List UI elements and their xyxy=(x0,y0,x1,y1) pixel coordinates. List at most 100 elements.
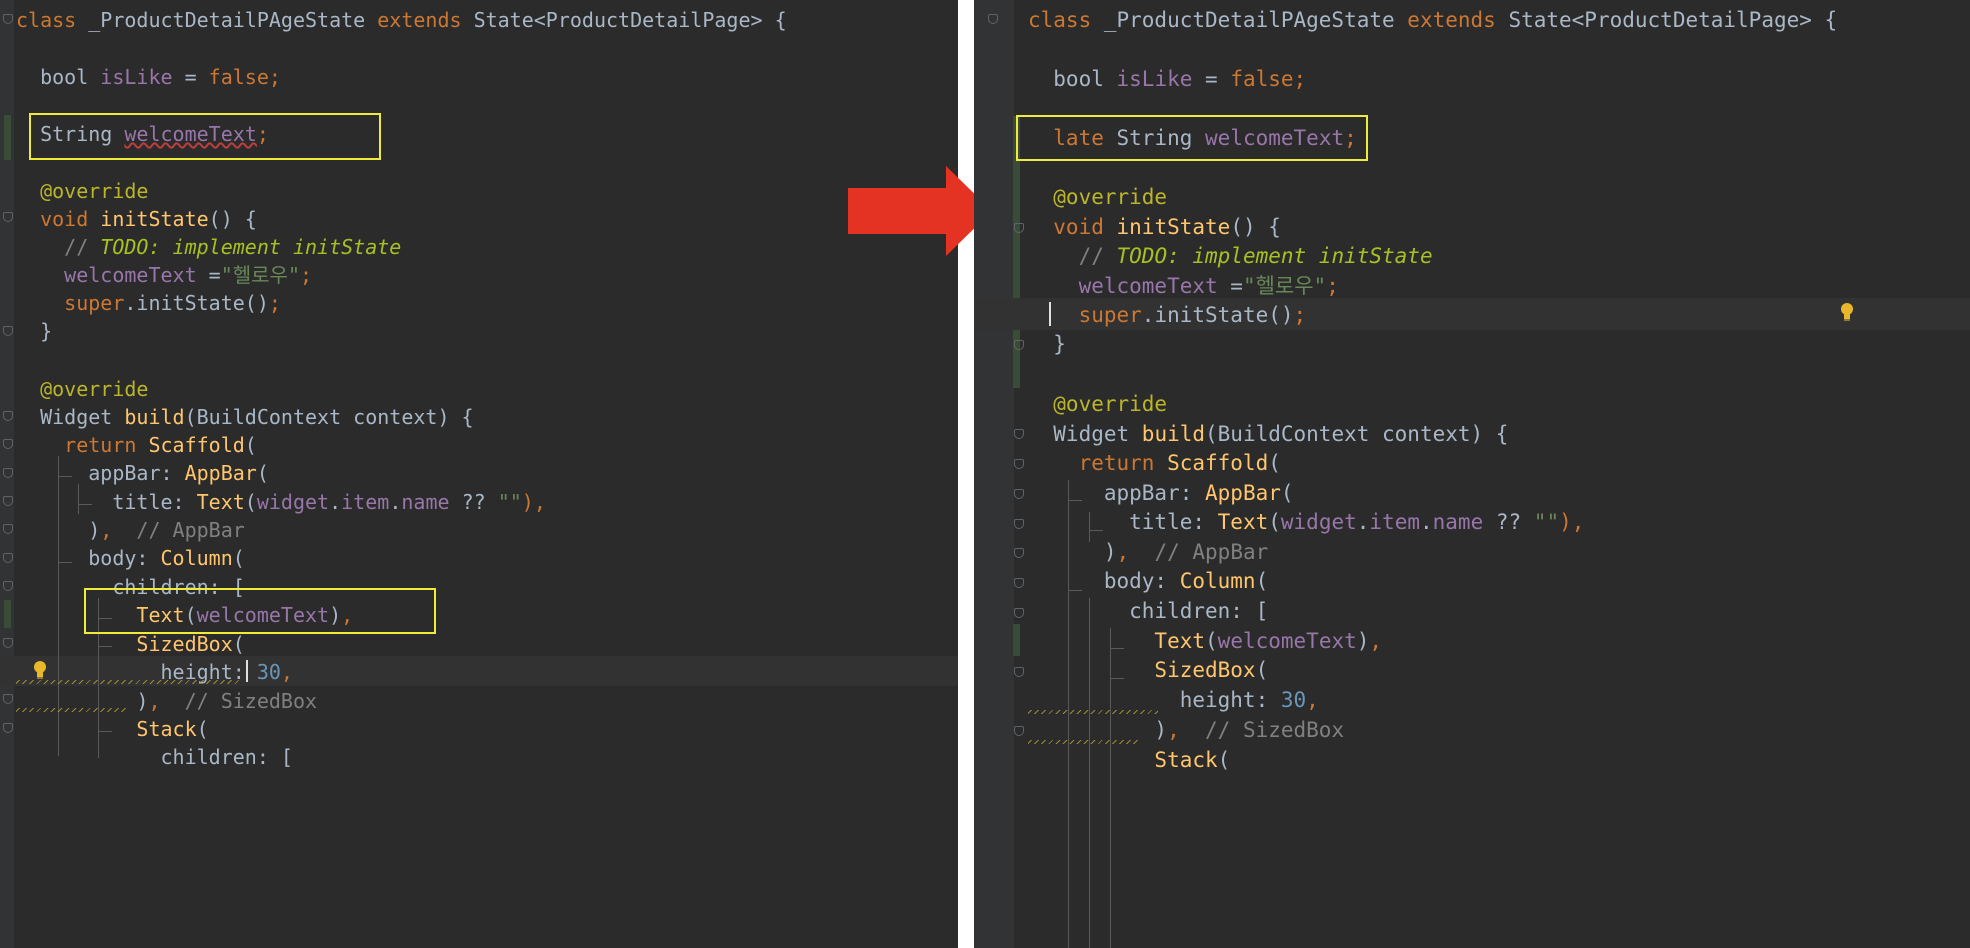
code-token: ; xyxy=(300,263,313,287)
code-line[interactable]: } xyxy=(0,321,958,357)
code-token: title: xyxy=(16,490,197,514)
indent-guide xyxy=(98,646,112,647)
code-token: ( xyxy=(1205,629,1218,653)
code-token: ( xyxy=(244,433,257,457)
code-token: ( xyxy=(1280,481,1294,505)
code-token: ( xyxy=(232,546,245,570)
fold-icon[interactable] xyxy=(3,439,13,449)
code-token: super xyxy=(1028,303,1142,327)
code-token: , xyxy=(100,518,113,542)
code-token: Stack xyxy=(16,717,197,741)
warning-squiggle xyxy=(16,680,241,684)
code-token: initState xyxy=(100,207,209,231)
code-token: initState xyxy=(1116,215,1231,239)
fold-icon[interactable] xyxy=(1014,489,1024,499)
code-token: ), xyxy=(1559,510,1585,534)
fold-icon[interactable] xyxy=(1014,340,1024,350)
code-line[interactable]: bool isLike = false; xyxy=(974,69,1970,106)
code-line[interactable]: class _ProductDetailPAgeState extends St… xyxy=(974,10,1970,47)
indent-guide xyxy=(58,562,72,563)
code-token: build xyxy=(124,405,185,429)
fold-icon[interactable] xyxy=(3,723,13,733)
code-token: . xyxy=(1356,510,1370,534)
code-line[interactable]: Stack( xyxy=(974,750,1970,787)
code-token: SizedBox xyxy=(16,632,233,656)
fold-icon[interactable] xyxy=(1014,519,1024,529)
code-token: ( xyxy=(1268,510,1281,534)
fold-icon[interactable] xyxy=(1014,608,1024,618)
code-line[interactable]: children: [ xyxy=(0,747,958,783)
highlight-box-text-widget xyxy=(84,588,436,634)
code-token: height: xyxy=(1028,688,1281,712)
code-token: class xyxy=(16,8,89,32)
fold-icon[interactable] xyxy=(3,496,13,506)
indent-guide xyxy=(1068,480,1069,948)
indent-guide xyxy=(1068,500,1082,501)
code-token: extends xyxy=(377,8,474,32)
fold-icon[interactable] xyxy=(1014,578,1024,588)
code-token: ; xyxy=(1326,274,1339,298)
warning-squiggle xyxy=(1028,740,1138,744)
code-token: widget xyxy=(1280,510,1357,534)
code-token: , xyxy=(1167,718,1180,742)
fold-icon[interactable] xyxy=(3,581,13,591)
fold-icon[interactable] xyxy=(1014,726,1024,736)
code-token: "헬로우" xyxy=(1242,274,1327,298)
code-token: // SizedBox xyxy=(1179,718,1345,742)
fold-icon[interactable] xyxy=(1014,548,1024,558)
code-token: // xyxy=(1028,244,1117,268)
code-token: State<ProductDetailPage> { xyxy=(473,8,787,32)
fold-icon[interactable] xyxy=(3,14,13,24)
code-token: . xyxy=(1419,510,1433,534)
fold-icon[interactable] xyxy=(3,638,13,648)
code-token: "" xyxy=(1533,510,1560,534)
code-token: ( xyxy=(256,461,269,485)
code-token: build xyxy=(1141,422,1206,446)
code-token: . xyxy=(389,490,402,514)
code-token: widget xyxy=(256,490,330,514)
code-token: extends xyxy=(1407,8,1509,32)
fold-icon[interactable] xyxy=(3,694,13,704)
fold-icon[interactable] xyxy=(1014,459,1024,469)
fold-icon[interactable] xyxy=(3,553,13,563)
code-token: ; xyxy=(1293,67,1307,91)
fold-icon[interactable] xyxy=(3,411,13,421)
fold-icon[interactable] xyxy=(1014,429,1024,439)
code-token: Scaffold xyxy=(1167,451,1269,475)
code-token: item xyxy=(341,490,390,514)
code-token: ( xyxy=(1255,658,1269,682)
indent-guide xyxy=(78,484,79,514)
editor-after[interactable]: class _ProductDetailPAgeState extends St… xyxy=(974,0,1970,948)
code-token: children: [ xyxy=(1028,599,1269,623)
code-token: , xyxy=(148,689,161,713)
fold-icon[interactable] xyxy=(3,524,13,534)
code-token: (BuildContext context) { xyxy=(1205,422,1509,446)
code-token: Text xyxy=(196,490,245,514)
code-token: } xyxy=(1028,332,1066,356)
code-token: Text xyxy=(1028,629,1206,653)
code-token: body: xyxy=(1028,569,1180,593)
code-token: body: xyxy=(16,546,161,570)
code-token: Widget xyxy=(16,405,125,429)
fold-icon[interactable] xyxy=(3,468,13,478)
code-token: // AppBar xyxy=(1129,540,1269,564)
code-line[interactable]: bool isLike = false; xyxy=(0,67,958,103)
code-line[interactable]: class _ProductDetailPAgeState extends St… xyxy=(0,10,958,46)
code-token: SizedBox xyxy=(1028,658,1256,682)
code-token: _ProductDetailPAgeState xyxy=(88,8,378,32)
fold-icon[interactable] xyxy=(988,14,998,24)
indent-guide xyxy=(1089,598,1090,948)
fold-icon[interactable] xyxy=(1014,223,1024,233)
editor-before[interactable]: class _ProductDetailPAgeState extends St… xyxy=(0,0,958,948)
lightbulb-icon[interactable] xyxy=(33,660,47,680)
code-token: ), xyxy=(521,490,546,514)
fold-icon[interactable] xyxy=(1014,667,1024,677)
fold-icon[interactable] xyxy=(3,326,13,336)
lightbulb-icon[interactable] xyxy=(1840,302,1854,322)
fold-icon[interactable] xyxy=(3,212,13,222)
code-token: ( xyxy=(244,490,257,514)
code-line[interactable]: } xyxy=(974,334,1970,371)
code-token: AppBar xyxy=(1205,481,1281,505)
highlight-box-field xyxy=(29,113,381,160)
code-token: bool xyxy=(1028,67,1117,91)
